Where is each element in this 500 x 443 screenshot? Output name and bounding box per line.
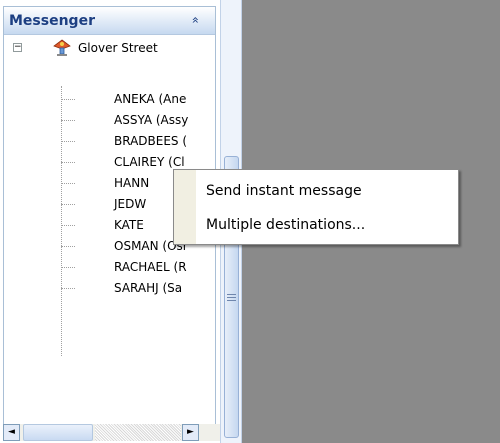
horizontal-scrollbar[interactable]: ◄ ► <box>3 424 220 441</box>
contact-label: JEDW <box>114 197 147 211</box>
contact-label: ANEKA (Ane <box>114 92 187 106</box>
panel-title: Messenger <box>9 13 95 29</box>
contact-label: CLAIREY (Cl <box>114 155 185 169</box>
grip-icon <box>227 294 236 302</box>
contact-label: BRADBEES ( <box>114 134 188 148</box>
menu-item-send-instant-message[interactable]: Send instant message <box>196 176 458 206</box>
contact-item[interactable]: ANEKA (Ane <box>61 91 211 109</box>
tree-root-label: Glover Street <box>78 41 158 55</box>
contact-item[interactable]: SARAHJ (Sa <box>61 280 211 298</box>
contact-label: RACHAEL (R <box>114 260 187 274</box>
menu-icon-gutter <box>174 170 196 244</box>
contact-item[interactable]: BRADBEES ( <box>61 133 211 151</box>
scroll-track[interactable] <box>95 424 181 441</box>
horizontal-scroll-thumb[interactable] <box>23 424 93 441</box>
contact-item[interactable]: ASSYA (Assy <box>61 112 211 130</box>
contact-label: KATE <box>114 218 144 232</box>
menu-item-label: Send instant message <box>206 183 362 199</box>
scroll-right-icon[interactable]: ► <box>182 424 199 441</box>
contact-label: ASSYA (Assy <box>114 113 189 127</box>
scroll-left-icon[interactable]: ◄ <box>3 424 20 441</box>
contact-label: SARAHJ (Sa <box>114 281 183 295</box>
panel-header: Messenger » <box>4 7 215 35</box>
collapse-tree-icon[interactable]: − <box>13 43 22 52</box>
network-node-icon <box>53 39 71 57</box>
collapse-chevron-icon[interactable]: » <box>186 11 204 29</box>
menu-item-label: Multiple destinations... <box>206 217 366 233</box>
contact-item[interactable]: RACHAEL (R <box>61 259 211 277</box>
contact-label: HANN <box>114 176 150 190</box>
menu-item-multiple-destinations[interactable]: Multiple destinations... <box>196 210 458 240</box>
context-menu: Send instant message Multiple destinatio… <box>173 169 459 245</box>
